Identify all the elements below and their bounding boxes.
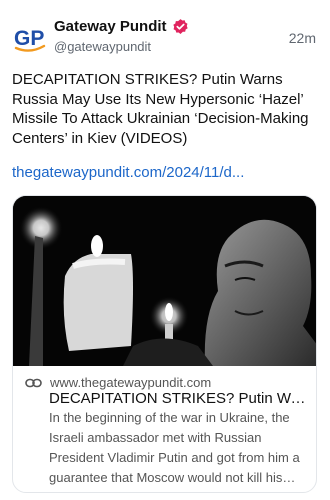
author-handle[interactable]: @gatewaypundit	[54, 39, 151, 54]
card-description: In the beginning of the war in Ukraine, …	[49, 410, 300, 485]
post-timestamp[interactable]: 22m	[289, 30, 316, 46]
post-text: DECAPITATION STRIKES? Putin Warns Russia…	[12, 71, 309, 147]
card-domain-row: www.thegatewaypundit.com	[25, 375, 211, 390]
author-name[interactable]: Gateway Pundit	[54, 18, 189, 35]
post[interactable]: GP Gateway Pundit @gatewaypundit 22m DEC…	[0, 0, 330, 500]
card-image[interactable]	[13, 196, 316, 366]
verified-badge-icon	[172, 18, 189, 35]
card-domain: www.thegatewaypundit.com	[50, 375, 212, 390]
card-title[interactable]: DECAPITATION STRIKES? Putin Warn...	[49, 390, 311, 407]
author-name-text: Gateway Pundit	[54, 18, 167, 35]
link-preview-card[interactable]: www.thegatewaypundit.com DECAPITATION ST…	[12, 195, 317, 493]
post-link[interactable]: thegatewaypundit.com/2024/11/d...	[12, 164, 322, 181]
link-icon	[25, 377, 42, 389]
gateway-pundit-logo-icon: GP	[14, 27, 46, 52]
avatar[interactable]: GP	[14, 22, 46, 54]
avatar-text: GP	[14, 27, 44, 50]
